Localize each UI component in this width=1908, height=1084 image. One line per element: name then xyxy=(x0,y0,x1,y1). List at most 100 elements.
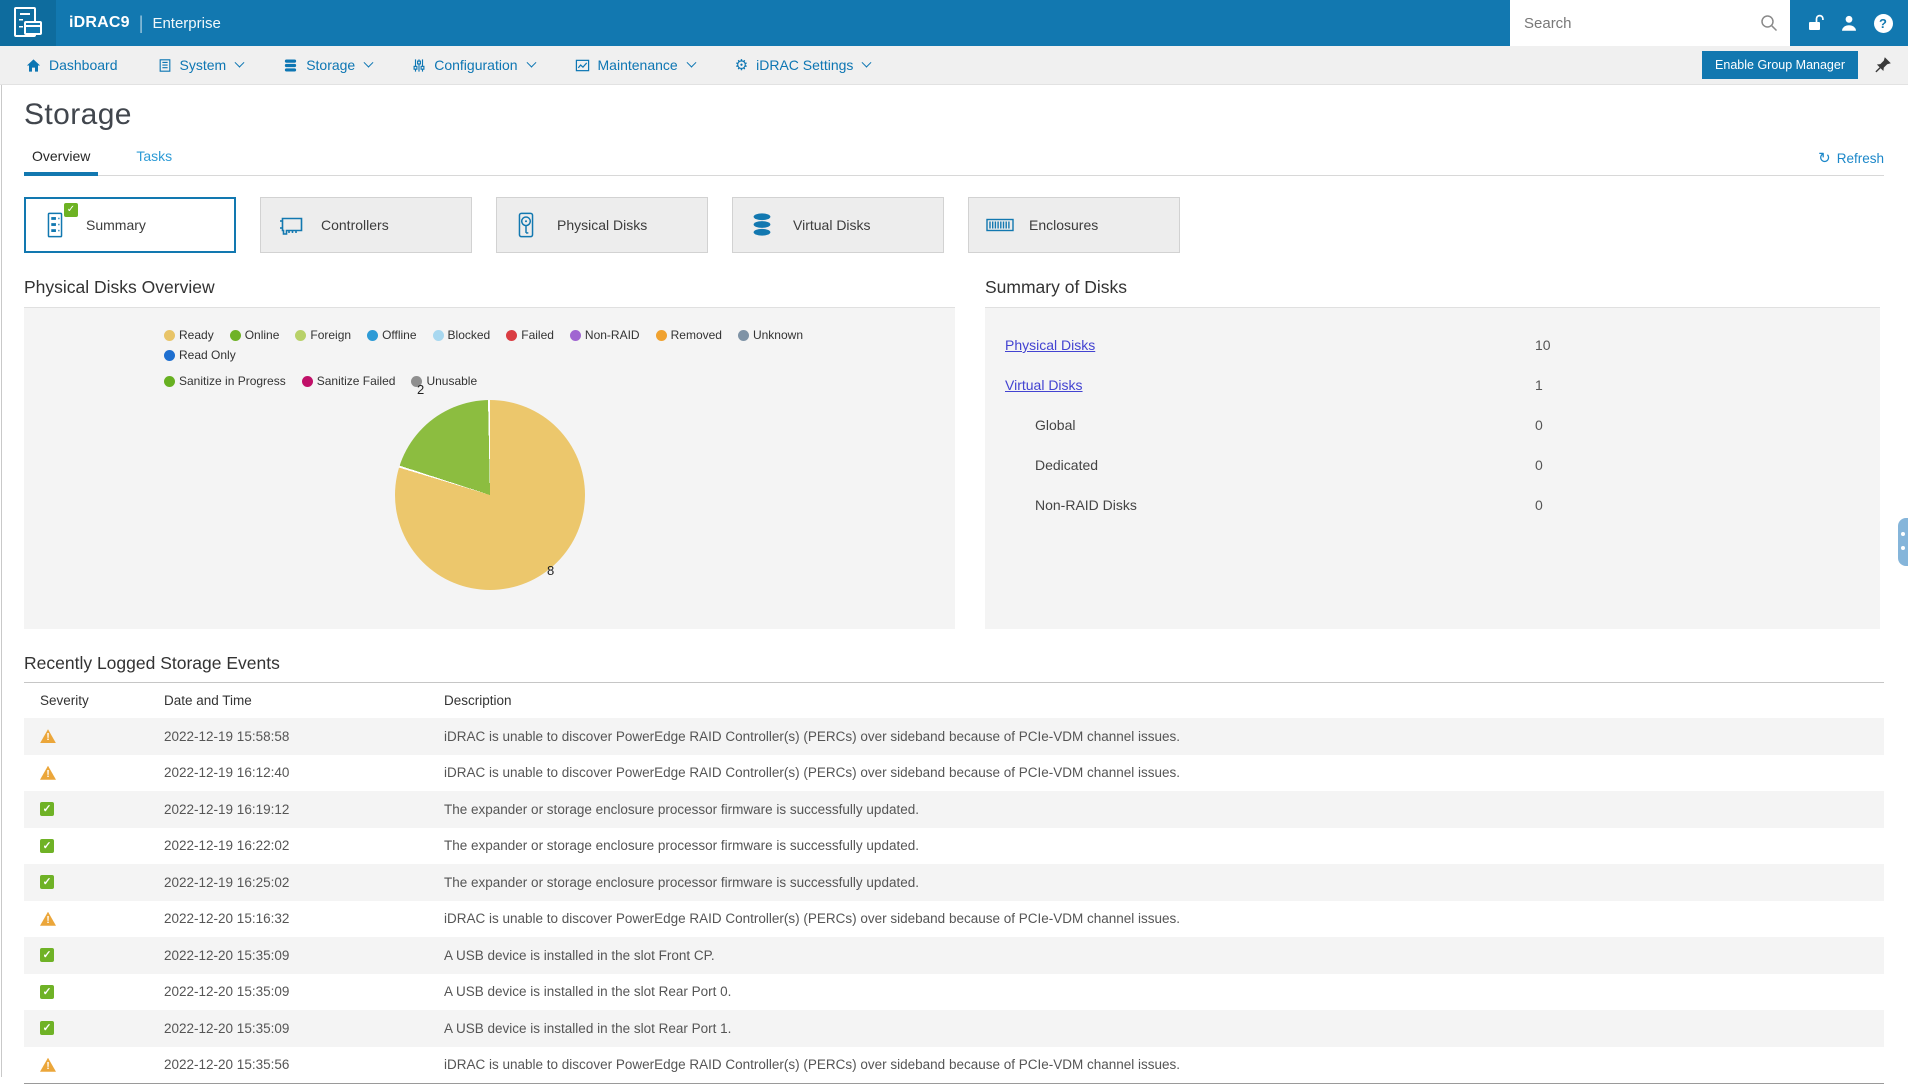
header-icons: ? xyxy=(1790,0,1908,46)
summary-of-disks-section: Summary of Disks Physical Disks 10 Virtual… xyxy=(985,277,1880,629)
event-datetime: 2022-12-20 15:16:32 xyxy=(164,911,290,927)
success-icon: ✓ xyxy=(40,838,54,853)
nav-item-label: Maintenance xyxy=(597,57,678,73)
summary-link[interactable]: Physical Disks xyxy=(1005,337,1095,353)
event-row: ! 2022-12-19 16:12:40 iDRAC is unable to d… xyxy=(24,755,1884,792)
server-logo-icon xyxy=(14,7,42,37)
legend-item-failed: Failed xyxy=(506,328,554,342)
tab-tasks[interactable]: Tasks xyxy=(128,140,180,175)
warning-icon: ! xyxy=(40,729,56,744)
storage-icon xyxy=(283,58,298,73)
unlock-icon[interactable] xyxy=(1798,0,1832,46)
nav-item-maintenance[interactable]: Maintenance xyxy=(575,57,697,73)
chevron-down-icon xyxy=(686,57,697,68)
tab-overview[interactable]: Overview xyxy=(24,140,99,176)
system-icon xyxy=(158,58,172,73)
summary-row-virtual-disks: Virtual Disks 1 xyxy=(985,365,1880,405)
refresh-link[interactable]: ↻ Refresh xyxy=(1818,151,1884,175)
card-summary[interactable]: ✓ Summary xyxy=(24,197,236,253)
legend-dot xyxy=(164,329,175,341)
event-description: iDRAC is unable to discover PowerEdge RA… xyxy=(444,765,1181,781)
summary-label: Global xyxy=(1035,417,1076,433)
physical-disk-icon xyxy=(512,210,542,240)
legend-dot xyxy=(164,349,175,361)
legend-item-non-raid: Non-RAID xyxy=(569,328,640,342)
legend-dot xyxy=(506,329,518,341)
enable-group-manager-button[interactable]: Enable Group Manager xyxy=(1702,51,1858,79)
summary-row-dedicated: Dedicated 0 xyxy=(985,445,1880,485)
card-label: Enclosures xyxy=(1029,217,1099,233)
summary-link[interactable]: Virtual Disks xyxy=(1005,377,1083,393)
nav-item-label: Dashboard xyxy=(49,57,118,73)
summary-value: 1 xyxy=(1535,377,1543,393)
summary-label: Non-RAID Disks xyxy=(1035,497,1137,513)
summary-value: 10 xyxy=(1535,337,1551,353)
page-title: Storage xyxy=(24,98,132,131)
controller-card-icon xyxy=(276,210,306,240)
event-description: A USB device is installed in the slot Fr… xyxy=(444,947,715,963)
column-description: Description xyxy=(444,693,512,708)
card-physical-disks[interactable]: Physical Disks xyxy=(496,197,708,253)
maintenance-icon xyxy=(575,58,590,73)
main-content: Storage Overview Tasks ↻ Refresh ✓ Summar… xyxy=(0,98,1908,1084)
event-description: A USB device is installed in the slot Re… xyxy=(444,1020,732,1036)
feedback-side-tab[interactable] xyxy=(1898,518,1908,566)
success-icon: ✓ xyxy=(40,1021,54,1036)
legend-dot xyxy=(367,329,379,341)
panels-row: Physical Disks Overview Ready Online Forei… xyxy=(24,277,1884,629)
nav-item-configuration[interactable]: Configuration xyxy=(412,57,536,73)
legend-item-unknown: Unknown xyxy=(737,328,803,342)
legend-item-removed: Removed xyxy=(655,328,722,342)
legend-item-foreign: Foreign xyxy=(295,328,351,342)
summary-row-non-raid-disks: Non-RAID Disks 0 xyxy=(985,485,1880,525)
card-controllers[interactable]: Controllers xyxy=(260,197,472,253)
legend-item-read-only: Read Only xyxy=(164,348,236,362)
event-row: ! 2022-12-19 15:58:58 iDRAC is unable to d… xyxy=(24,718,1884,755)
user-icon[interactable] xyxy=(1832,0,1866,46)
pushpin-icon[interactable] xyxy=(1874,56,1892,74)
event-datetime: 2022-12-19 16:12:40 xyxy=(164,765,290,781)
main-navbar: Dashboard System Storage Configuration Maint… xyxy=(0,46,1908,85)
success-icon: ✓ xyxy=(40,802,54,817)
search-icon[interactable] xyxy=(1760,14,1778,32)
summary-row-global: Global 0 xyxy=(985,405,1880,445)
success-icon: ✓ xyxy=(40,875,54,890)
card-virtual-disks[interactable]: Virtual Disks xyxy=(732,197,944,253)
event-row: ✓ 2022-12-20 15:35:09 A USB device is inst… xyxy=(24,1010,1884,1047)
nav-item-system[interactable]: System xyxy=(158,57,245,73)
legend-dot xyxy=(737,329,749,341)
nav-item-storage[interactable]: Storage xyxy=(283,57,374,73)
event-datetime: 2022-12-19 15:58:58 xyxy=(164,728,290,744)
top-header-bar: iDRAC9 | Enterprise ? xyxy=(0,0,1908,46)
summary-value: 0 xyxy=(1535,457,1543,473)
column-datetime: Date and Time xyxy=(164,693,252,708)
search-box[interactable] xyxy=(1510,0,1790,46)
brand-edition: Enterprise xyxy=(152,14,221,32)
card-label: Summary xyxy=(86,217,146,233)
home-icon xyxy=(26,58,41,73)
idrac-logo[interactable] xyxy=(0,0,56,46)
event-datetime: 2022-12-19 16:19:12 xyxy=(164,801,290,817)
event-description: A USB device is installed in the slot Re… xyxy=(444,984,732,1000)
nav-item-idrac-settings[interactable]: ⚙ iDRAC Settings xyxy=(735,57,872,73)
summary-value: 0 xyxy=(1535,497,1543,513)
card-label: Controllers xyxy=(321,217,389,233)
card-enclosures[interactable]: Enclosures xyxy=(968,197,1180,253)
legend-dot xyxy=(301,375,313,387)
nav-item-label: System xyxy=(179,57,227,73)
search-input[interactable] xyxy=(1522,13,1760,33)
success-icon: ✓ xyxy=(40,984,54,999)
event-row: ✓ 2022-12-19 16:19:12 The expander or stor… xyxy=(24,791,1884,828)
legend-item-ready: Ready xyxy=(164,328,214,342)
nav-item-dashboard[interactable]: Dashboard xyxy=(26,57,118,73)
help-icon[interactable]: ? xyxy=(1866,0,1900,46)
legend-item-sanitize-failed: Sanitize Failed xyxy=(301,374,395,388)
warning-icon: ! xyxy=(40,1057,56,1072)
pie-graphic xyxy=(395,400,585,590)
event-datetime: 2022-12-20 15:35:56 xyxy=(164,1057,290,1073)
event-datetime: 2022-12-20 15:35:09 xyxy=(164,984,290,1000)
nav-item-label: Storage xyxy=(306,57,356,73)
pie-chart: 2 8 xyxy=(395,382,585,590)
event-description: The expander or storage enclosure proces… xyxy=(444,801,919,817)
legend-dot xyxy=(432,329,444,341)
